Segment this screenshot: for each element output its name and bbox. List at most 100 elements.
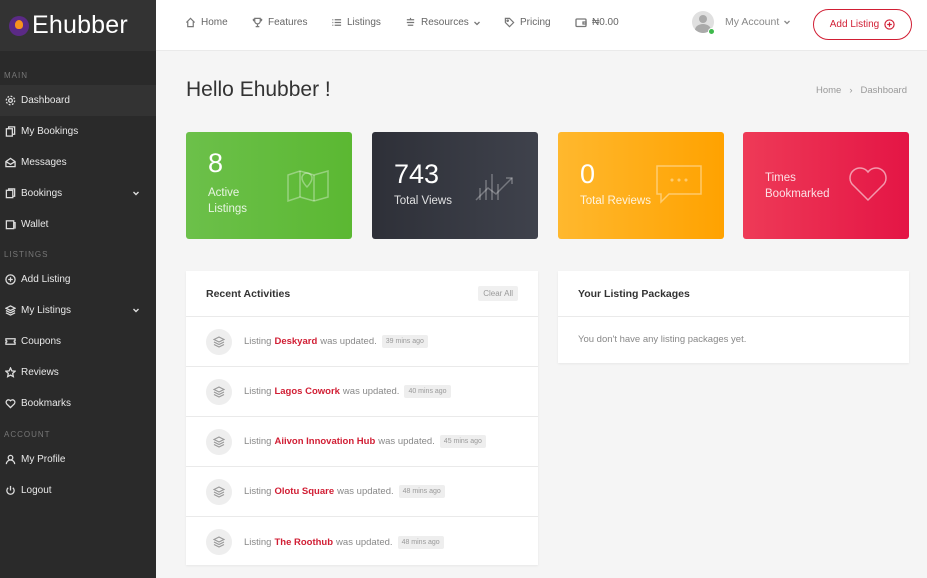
chevron-down-icon[interactable]	[132, 306, 140, 314]
activity-time: 48 mins ago	[397, 535, 444, 549]
add-listing-button[interactable]: Add Listing	[813, 9, 912, 40]
bookmark-copy-icon	[4, 126, 16, 138]
card-header: Your Listing Packages	[558, 271, 909, 317]
stat-label: Total Reviews	[580, 195, 651, 207]
activity-item: Listing The Roothub was updated. 48 mins ag…	[186, 517, 538, 567]
section-label-account: ACCOUNT	[4, 429, 51, 439]
sidebar-item-my-bookings[interactable]: My Bookings	[0, 116, 156, 147]
home-icon	[185, 17, 196, 28]
stat-active-listings: 8 Active Listings	[186, 132, 352, 239]
activity-listing-link[interactable]: Olotu Square	[274, 486, 334, 497]
activity-list: Listing Deskyard was updated. 39 mins ago Li…	[186, 317, 538, 567]
sidebar-item-label: Reviews	[21, 367, 59, 378]
stat-total-reviews: 0 Total Reviews	[558, 132, 724, 239]
logo[interactable]: Ehubber	[0, 0, 156, 51]
sidebar-item-dashboard[interactable]: Dashboard	[0, 85, 156, 116]
sidebar-item-label: Logout	[21, 485, 52, 496]
top-header: Home Features Listings Resources Pricing…	[156, 0, 927, 51]
sidebar-item-my-profile[interactable]: My Profile	[0, 444, 156, 475]
sidebar-item-label: My Listings	[21, 305, 72, 316]
chevron-down-icon[interactable]	[132, 189, 140, 197]
layers-icon	[206, 478, 232, 505]
card-header: Recent Activities Clear All	[186, 271, 538, 317]
breadcrumb: Home › Dashboard	[816, 85, 907, 96]
nav-label: Features	[268, 17, 308, 28]
activity-listing-link[interactable]: Aiivon Innovation Hub	[274, 436, 375, 447]
sidebar-item-add-listing[interactable]: Add Listing	[0, 264, 156, 295]
gear-icon	[4, 95, 16, 107]
plus-circle-icon	[4, 274, 16, 286]
sidebar-item-bookings[interactable]: Bookings	[0, 178, 156, 209]
layers-icon	[206, 529, 232, 555]
nav-label: Listings	[347, 17, 381, 28]
sidebar: Ehubber MAIN Dashboard My Bookings Messa…	[0, 0, 156, 578]
activity-listing-link[interactable]: Deskyard	[274, 336, 317, 347]
star-icon	[4, 367, 16, 379]
nav-wallet-balance[interactable]: ₦0.00	[575, 17, 619, 28]
sidebar-item-messages[interactable]: Messages	[0, 147, 156, 178]
brand-name: Ehubber	[32, 11, 128, 39]
layers-icon	[206, 378, 232, 405]
sidebar-item-bookmarks[interactable]: Bookmarks	[0, 388, 156, 419]
add-listing-label: Add Listing	[829, 19, 880, 30]
heart-icon	[4, 398, 16, 410]
activity-prefix: Listing	[244, 486, 272, 497]
stat-value: 0	[580, 159, 596, 189]
power-icon	[4, 485, 16, 497]
stat-value: 8	[208, 148, 224, 178]
wallet-icon	[575, 18, 587, 28]
chart-icon	[475, 174, 513, 201]
tag-icon	[504, 17, 515, 28]
online-status-dot	[708, 28, 715, 35]
nav-label: Resources	[421, 17, 469, 28]
sidebar-item-reviews[interactable]: Reviews	[0, 357, 156, 388]
wallet-balance: ₦0.00	[592, 17, 619, 28]
activity-item: Listing Deskyard was updated. 39 mins ago	[186, 317, 538, 367]
stat-value: 743	[394, 159, 440, 189]
clear-all-button[interactable]: Clear All	[478, 286, 518, 301]
account-menu[interactable]: My Account	[692, 11, 791, 35]
nav-features[interactable]: Features	[252, 17, 307, 28]
nav-label: Home	[201, 17, 228, 28]
listing-packages-card: Your Listing Packages You don't have any…	[558, 271, 909, 363]
activity-prefix: Listing	[244, 536, 272, 548]
activity-suffix: was updated.	[320, 336, 377, 347]
activity-suffix: was updated.	[336, 536, 393, 548]
chat-icon	[656, 165, 702, 204]
stat-label: Total Views	[394, 195, 452, 207]
sidebar-item-my-listings[interactable]: My Listings	[0, 295, 156, 326]
map-icon	[287, 170, 329, 203]
sidebar-item-logout[interactable]: Logout	[0, 475, 156, 506]
chevron-down-icon	[473, 21, 480, 25]
nav-listings[interactable]: Listings	[331, 17, 381, 28]
sidebar-item-label: Messages	[21, 157, 67, 168]
activity-listing-link[interactable]: The Roothub	[274, 537, 333, 548]
sidebar-item-label: Add Listing	[21, 274, 71, 285]
logo-icon	[9, 15, 29, 36]
sidebar-item-label: Bookings	[21, 188, 63, 199]
activity-item: Listing Olotu Square was updated. 48 mins a…	[186, 467, 538, 517]
stat-label: Times Bookmarked	[765, 172, 830, 200]
recent-activities-card: Recent Activities Clear All Listing Desky…	[186, 271, 538, 565]
sidebar-item-label: My Profile	[21, 454, 66, 465]
sidebar-item-wallet[interactable]: Wallet	[0, 209, 156, 240]
nav-resources[interactable]: Resources	[405, 17, 481, 28]
page-title: Hello Ehubber !	[186, 78, 331, 101]
activity-time: 48 mins ago	[398, 485, 445, 498]
activity-suffix: was updated.	[378, 436, 435, 447]
sidebar-item-label: Coupons	[21, 336, 62, 347]
stack-icon	[406, 17, 415, 26]
activity-listing-link[interactable]: Lagos Cowork	[274, 386, 339, 397]
nav-home[interactable]: Home	[185, 17, 228, 28]
nav-pricing[interactable]: Pricing	[504, 17, 551, 28]
heart-icon	[849, 167, 887, 202]
trophy-icon	[252, 17, 263, 28]
layers-icon	[206, 428, 232, 455]
breadcrumb-current: Dashboard	[860, 85, 907, 96]
stat-label: Active Listings	[208, 187, 247, 215]
card-title: Recent Activities	[206, 287, 291, 300]
activity-prefix: Listing	[244, 336, 272, 347]
sidebar-item-label: Bookmarks	[21, 398, 72, 409]
sidebar-item-coupons[interactable]: Coupons	[0, 326, 156, 357]
breadcrumb-home[interactable]: Home	[816, 85, 841, 96]
